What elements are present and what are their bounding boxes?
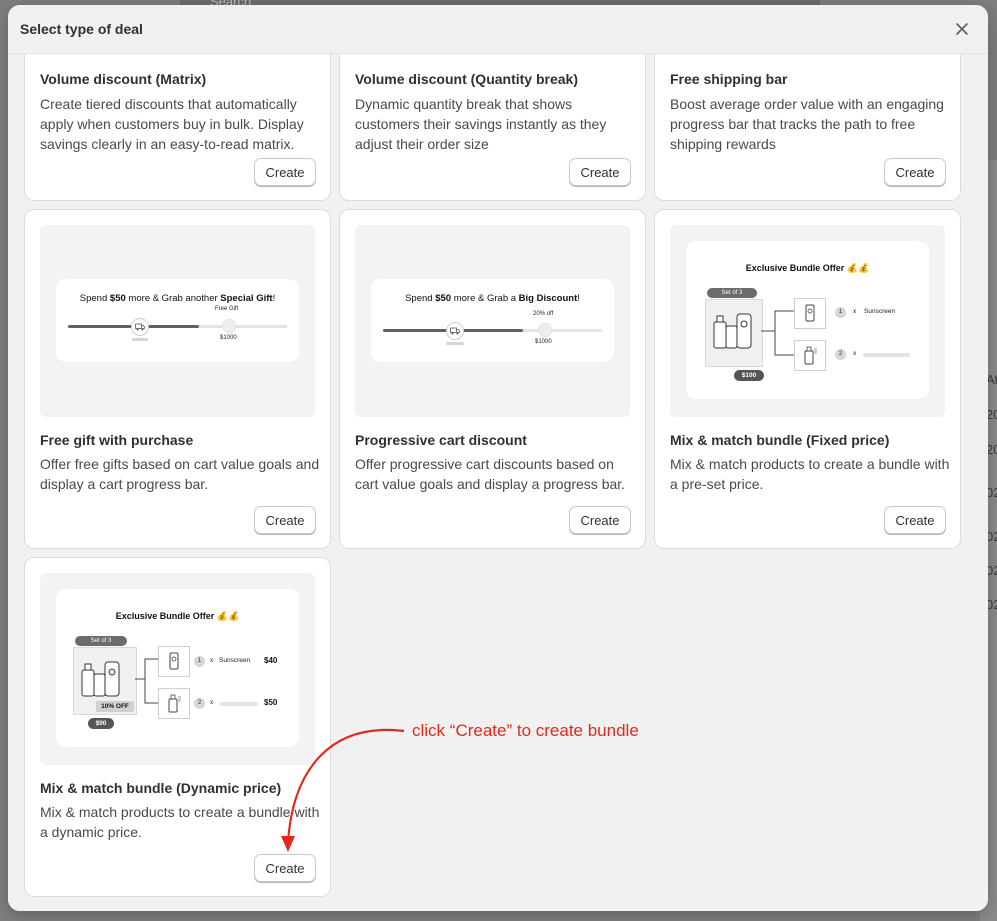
annotation-arrow [281, 728, 405, 852]
